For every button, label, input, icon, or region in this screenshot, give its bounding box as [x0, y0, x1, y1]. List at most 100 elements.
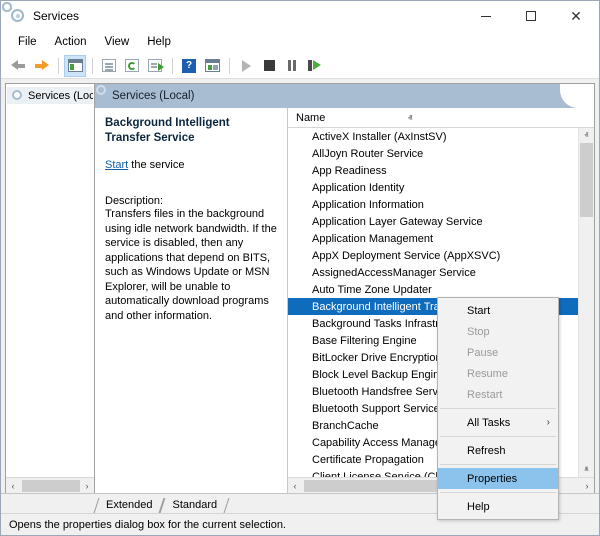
menu-help[interactable]: Help [138, 33, 180, 51]
play-icon [241, 59, 251, 72]
context-menu-separator [440, 492, 556, 493]
list-scroll-up-button[interactable]: ⱏ [579, 128, 594, 143]
context-menu: Start Stop Pause Resume Restart All Tasks › Ref… [437, 297, 559, 520]
refresh-button[interactable] [121, 55, 143, 77]
context-menu-item-label: Help [467, 500, 490, 513]
service-detail-panel: Background Intelligent Transfer Service … [95, 108, 288, 493]
menu-view[interactable]: View [96, 33, 139, 51]
properties-button[interactable] [98, 55, 120, 77]
tree-scroll-right-button[interactable]: › [80, 481, 94, 491]
minimize-button[interactable] [463, 1, 508, 31]
console-tree: Services (Loca [6, 84, 94, 477]
service-list-item[interactable]: Application Identity [2, 2, 578, 196]
restart-service-button[interactable] [304, 55, 326, 77]
list-hscroll-right-button[interactable]: › [580, 481, 594, 491]
tab-standard[interactable]: Standard [162, 498, 227, 513]
service-list-item[interactable]: Application Management [2, 2, 578, 247]
service-list-item[interactable]: AllJoyn Router Service [2, 2, 578, 162]
toolbar-separator [58, 57, 59, 74]
list-column-header[interactable]: Name ⱏ [288, 108, 594, 128]
arrow-left-icon [10, 60, 26, 71]
tree-scroll-thumb[interactable] [22, 479, 80, 492]
show-hide-console-tree-button[interactable] [64, 54, 86, 77]
service-name-label: Bluetooth Handsfree Service [312, 385, 453, 398]
service-name-label: Application Identity [312, 181, 405, 194]
list-scroll-thumb[interactable] [580, 143, 593, 217]
title-bar: Services ✕ [1, 1, 599, 31]
pause-service-button[interactable] [281, 55, 303, 77]
column-header-name[interactable]: Name [288, 112, 325, 124]
service-list-item[interactable]: Auto Time Zone Updater [2, 2, 578, 298]
services-window: Services ✕ File Action View Help ? Servi… [0, 0, 600, 536]
window-title: Services [33, 9, 80, 23]
list-scroll-down-button[interactable]: ⱞ [579, 462, 594, 477]
action-pane-icon [204, 59, 220, 72]
service-list-item[interactable]: ActiveX Installer (AxInstSV) [2, 2, 578, 145]
export-list-button[interactable] [144, 55, 166, 77]
window-controls: ✕ [463, 1, 599, 31]
context-menu-item-label: Restart [467, 388, 503, 401]
service-name-label: Base Filtering Engine [312, 334, 417, 347]
context-menu-item-resume: Resume [438, 363, 558, 384]
service-action-line: Start the service [105, 159, 277, 171]
context-menu-item-properties[interactable]: Properties [438, 468, 558, 489]
service-name-label: Auto Time Zone Updater [312, 283, 432, 296]
service-name-label: AssignedAccessManager Service [312, 266, 476, 279]
pause-icon [287, 60, 297, 71]
service-list-item[interactable]: Application Layer Gateway Service [2, 2, 578, 230]
start-service-button[interactable] [235, 55, 257, 77]
service-list-item[interactable]: Application Information [2, 2, 578, 213]
context-menu-item-refresh[interactable]: Refresh [438, 440, 558, 461]
tree-node-services-local[interactable]: Services (Loca [7, 87, 93, 104]
context-menu-item-label: Refresh [467, 444, 506, 457]
arrow-right-icon [34, 60, 49, 71]
service-name-label: App Readiness [312, 164, 387, 177]
service-list-item[interactable]: AppX Deployment Service (AppXSVC) [2, 2, 578, 264]
description-label: Description: [105, 195, 164, 207]
maximize-button[interactable] [508, 1, 553, 31]
console-tree-icon [67, 59, 83, 72]
service-name-label: Application Management [312, 232, 434, 245]
close-button[interactable]: ✕ [553, 1, 599, 31]
list-scroll-track[interactable] [579, 143, 594, 462]
list-vertical-scrollbar[interactable]: ⱏ ⱞ [578, 128, 594, 477]
help-button[interactable]: ? [178, 55, 200, 77]
tab-extended[interactable]: Extended [96, 498, 162, 513]
start-service-link[interactable]: Start [105, 159, 128, 171]
service-name-label: Application Information [312, 198, 424, 211]
stop-service-button[interactable] [258, 55, 280, 77]
services-gear-icon [10, 8, 26, 24]
service-list-item[interactable]: App Readiness [2, 2, 578, 179]
tree-scroll-track[interactable] [20, 478, 80, 493]
list-hscroll-thumb[interactable] [304, 479, 454, 492]
minimize-icon [480, 15, 491, 17]
context-menu-item-all-tasks[interactable]: All Tasks › [438, 412, 558, 433]
context-menu-separator [440, 408, 556, 409]
restart-icon [308, 60, 322, 71]
context-menu-separator [440, 436, 556, 437]
service-name-label: BranchCache [312, 419, 379, 432]
forward-button[interactable] [30, 55, 52, 77]
close-icon: ✕ [570, 8, 582, 24]
tree-horizontal-scrollbar[interactable]: ‹ › [6, 477, 94, 493]
context-menu-item-label: Stop [467, 325, 490, 338]
context-menu-item-label: Start [467, 304, 491, 317]
context-menu-item-stop: Stop [438, 321, 558, 342]
services-gear-icon [11, 89, 24, 102]
context-menu-item-help[interactable]: Help [438, 496, 558, 517]
back-button[interactable] [7, 55, 29, 77]
menu-action[interactable]: Action [46, 33, 96, 51]
service-name-label: Application Layer Gateway Service [312, 215, 483, 228]
list-hscroll-left-button[interactable]: ‹ [288, 481, 302, 491]
context-menu-item-label: All Tasks [467, 416, 511, 429]
pane-tab-curve [560, 84, 594, 108]
menu-file[interactable]: File [9, 33, 46, 51]
context-menu-item-start[interactable]: Start [438, 300, 558, 321]
show-action-pane-button[interactable] [201, 55, 223, 77]
service-list-item[interactable]: AssignedAccessManager Service [2, 2, 578, 281]
tree-scroll-left-button[interactable]: ‹ [6, 481, 20, 491]
context-menu-item-pause: Pause [438, 342, 558, 363]
results-pane-title: Services (Local) [112, 90, 195, 102]
service-name-label: Bluetooth Support Service [312, 402, 440, 415]
service-name-label: AppX Deployment Service (AppXSVC) [312, 249, 501, 262]
